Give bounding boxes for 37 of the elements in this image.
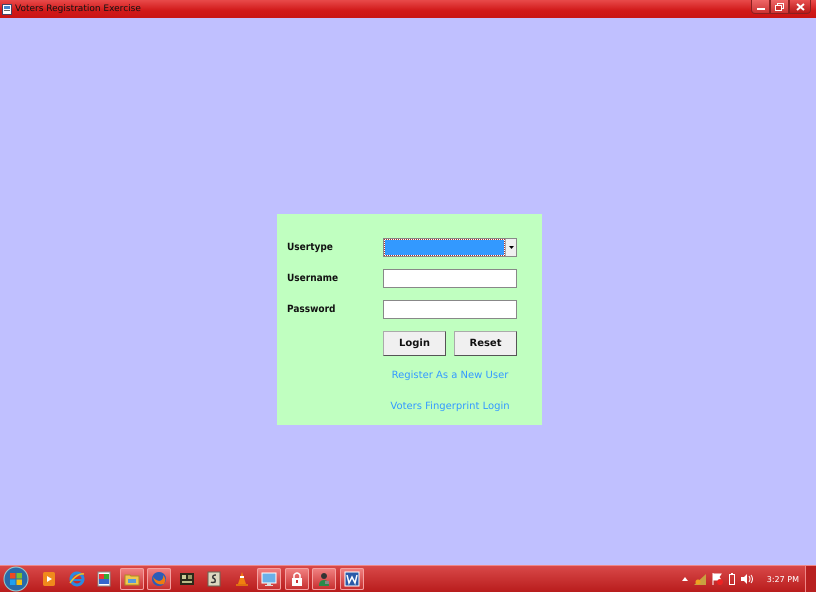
close-icon [796,2,804,10]
field-label: Username [287,273,340,284]
window-title: Voters Registration Exercise [15,4,142,14]
restore-icon [775,2,784,10]
traffic-cone-icon [234,571,250,587]
field-label: Usertype [287,242,334,253]
battery-icon[interactable] [728,573,735,585]
game-icon [178,571,194,587]
user-icon [316,571,332,587]
password-field[interactable] [383,300,517,319]
document-icon [206,571,222,587]
flag-icon[interactable] [712,573,723,585]
start-button[interactable] [3,566,29,592]
network-signal-icon[interactable] [694,574,706,584]
clock[interactable]: 3:27 PM [766,574,799,584]
show-desktop-button[interactable] [805,566,816,592]
taskbar-button[interactable] [312,568,336,590]
username-field[interactable] [383,269,517,288]
taskbar-button[interactable] [340,568,364,590]
reset-button[interactable]: Reset [454,331,517,356]
usertype-dropdown[interactable] [383,238,517,257]
app-icon [2,4,12,14]
browser-icon [68,571,84,587]
taskbar-button[interactable] [284,568,308,590]
restore-button[interactable] [770,0,789,14]
taskbar-button[interactable] [257,568,281,590]
speaker-icon[interactable] [740,574,753,584]
dropdown-arrow-icon [508,246,514,249]
show-hidden-icons-button[interactable] [682,577,688,581]
close-button[interactable] [789,0,811,14]
media-player-icon [41,571,57,587]
monitor-icon [261,571,277,587]
minimize-button[interactable] [751,0,770,14]
word-icon [344,571,360,587]
field-label: Password [287,304,336,315]
login-button[interactable]: Login [383,331,446,356]
photo-icon [96,571,112,587]
